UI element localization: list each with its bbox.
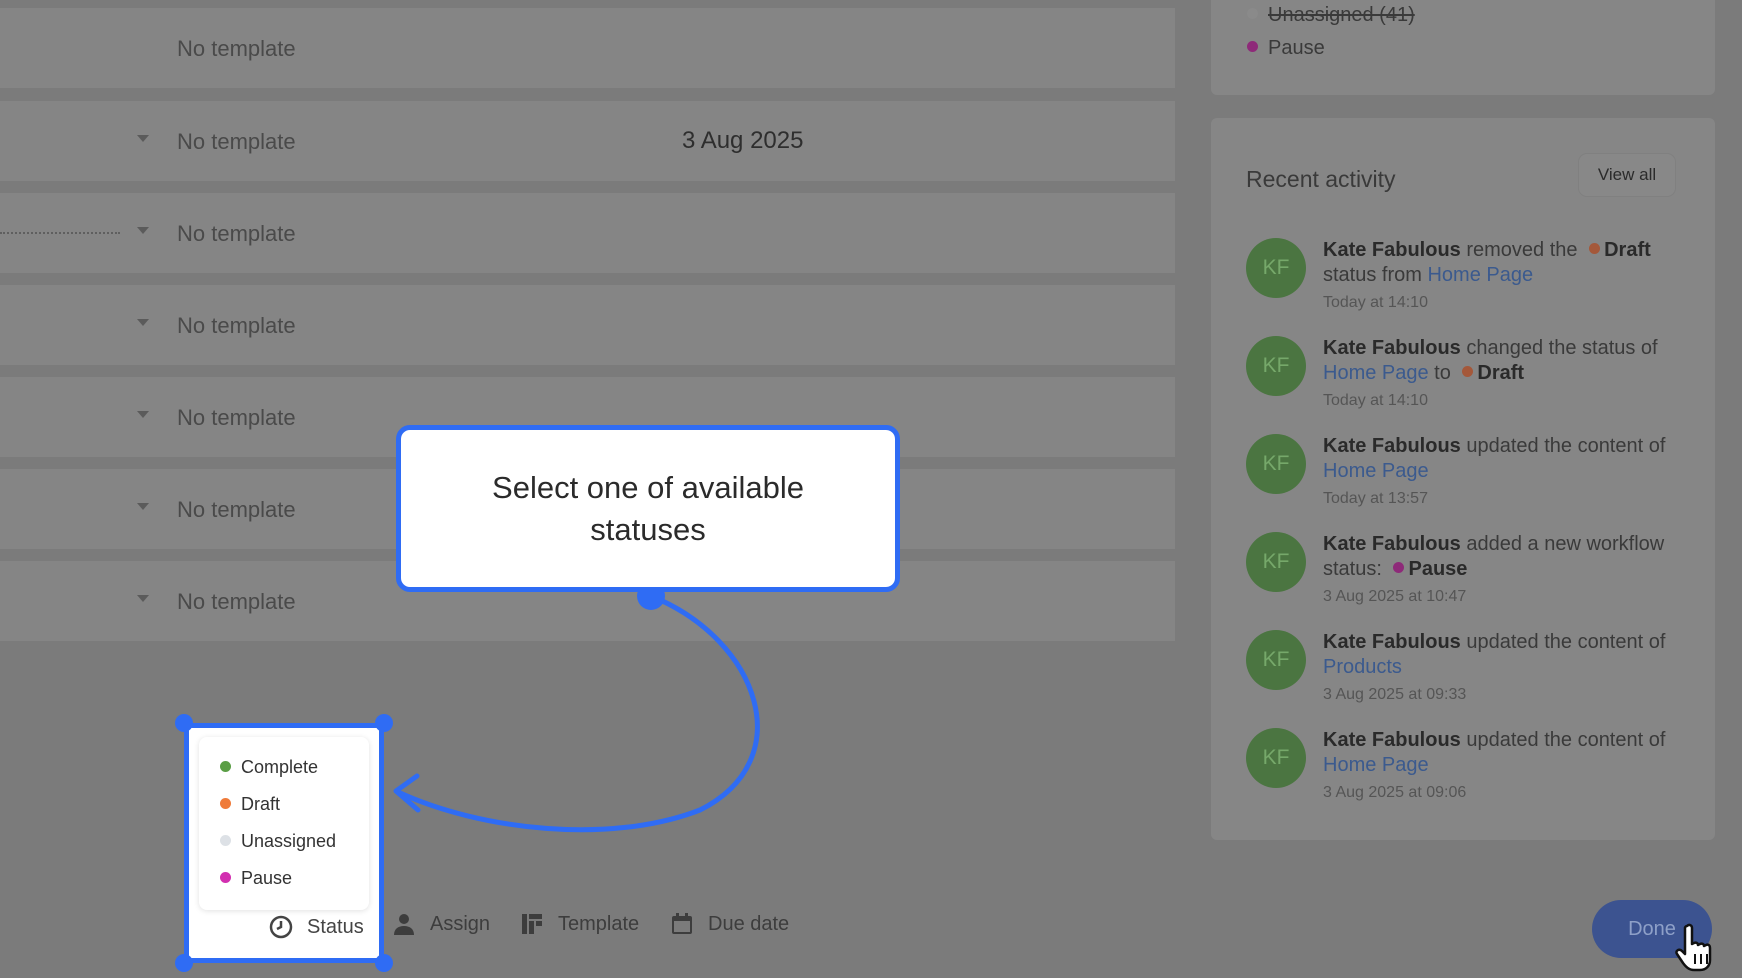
tooltip-callout: Select one of available statuses (396, 425, 900, 592)
callout-text: Select one of available statuses (492, 469, 804, 547)
